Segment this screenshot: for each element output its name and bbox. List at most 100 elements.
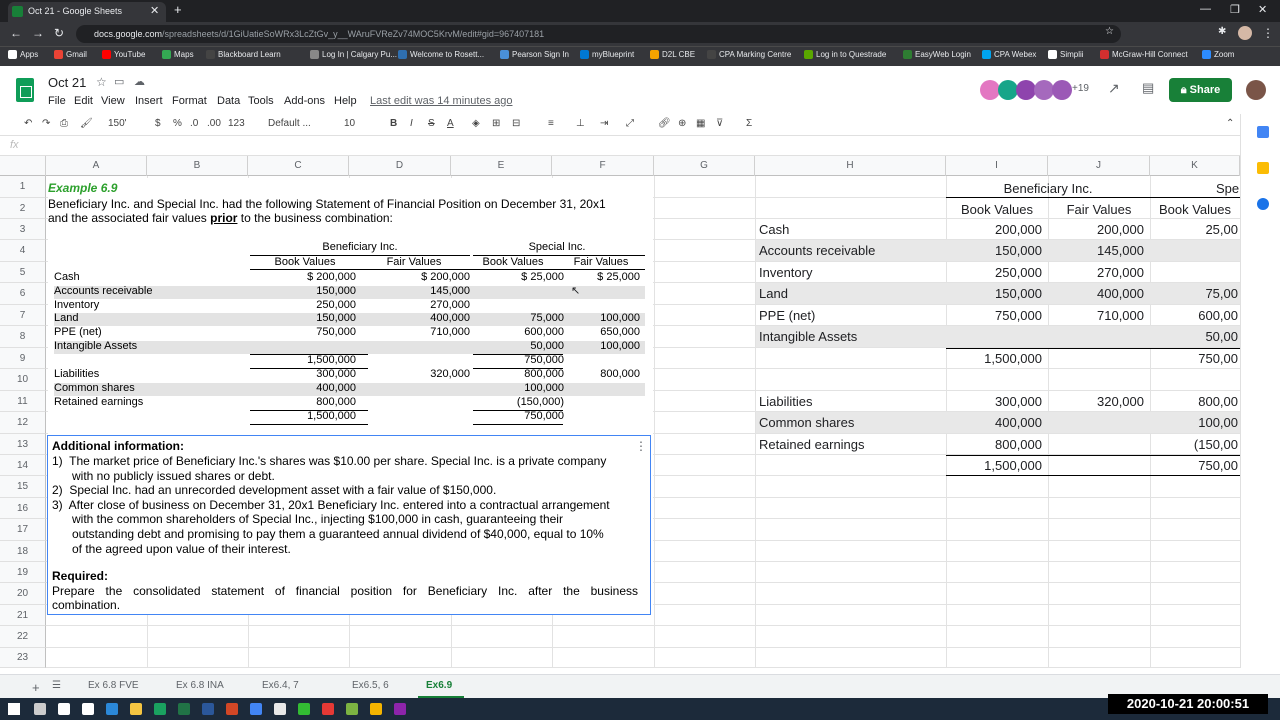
close-tab-icon[interactable]: ✕ [150, 2, 159, 20]
bold-button[interactable]: B [390, 118, 397, 129]
document-title[interactable]: Oct 21 [48, 75, 86, 90]
decrease-decimal-button[interactable]: .0 [190, 118, 198, 129]
grid-i-cell[interactable]: 750,000 [946, 308, 1042, 323]
grid-i-cell[interactable]: 150,000 [946, 243, 1042, 258]
bookmark-star-icon[interactable]: ☆ [1105, 26, 1114, 37]
row-header-6[interactable]: 6 [0, 283, 46, 305]
row-header-9[interactable]: 9 [0, 348, 46, 369]
taskbar-app-icon[interactable] [202, 703, 214, 715]
functions-button[interactable]: Σ [746, 118, 752, 129]
grid-k-cell[interactable]: 800,00 [1178, 394, 1238, 409]
sheet-tab[interactable]: Ex6.5, 6 [352, 680, 389, 691]
sheet-tab[interactable]: Ex 6.8 INA [176, 680, 224, 691]
collaborator-avatar[interactable] [1016, 80, 1036, 100]
increase-decimal-button[interactable]: .00 [207, 118, 221, 129]
merge-cells-icon[interactable]: ⊟ [512, 118, 520, 129]
strikethrough-button[interactable]: S [428, 118, 435, 129]
row-header-4[interactable]: 4 [0, 240, 46, 262]
embedded-example-image[interactable]: Example 6.9 Beneficiary Inc. and Special … [48, 178, 653, 614]
grid-i-cell[interactable]: 200,000 [946, 222, 1042, 237]
account-avatar[interactable] [1246, 80, 1266, 100]
menu-data[interactable]: Data [217, 95, 240, 107]
grid-label-cell[interactable]: Intangible Assets [759, 329, 857, 344]
bookmark-item[interactable]: Pearson Sign In [500, 50, 569, 59]
forward-icon[interactable]: → [32, 26, 44, 40]
fill-color-icon[interactable]: ◈ [472, 118, 480, 129]
bookmark-item[interactable]: Welcome to Rosett... [398, 50, 484, 59]
sheet-tab[interactable]: Ex6.9 [426, 680, 452, 691]
grid-i-cell[interactable]: 800,000 [946, 437, 1042, 452]
menu-format[interactable]: Format [172, 95, 207, 107]
paint-format-icon[interactable]: 🖌︎ [80, 118, 93, 129]
grid-i-cell[interactable]: 1,500,000 [946, 351, 1042, 366]
last-edit-link[interactable]: Last edit was 14 minutes ago [370, 95, 512, 107]
text-color-button[interactable]: A [447, 118, 454, 129]
extensions-icon[interactable]: ✱ [1218, 26, 1226, 37]
collaborator-avatar[interactable] [1034, 80, 1054, 100]
menu-addons[interactable]: Add-ons [284, 95, 325, 107]
grid-i-cell[interactable]: 300,000 [946, 394, 1042, 409]
collaborator-avatar[interactable] [998, 80, 1018, 100]
more-collaborators-count[interactable]: +19 [1072, 83, 1089, 94]
text-wrapping-icon[interactable]: ⇥ [600, 118, 608, 129]
column-header-a[interactable]: A [46, 156, 147, 176]
grid-j-cell[interactable]: 145,000 [1048, 243, 1144, 258]
print-icon[interactable]: ⎙ [60, 118, 68, 129]
row-header-22[interactable]: 22 [0, 626, 46, 648]
row-header-21[interactable]: 21 [0, 605, 46, 626]
grid-k-cell[interactable]: 25,00 [1178, 222, 1238, 237]
grid-k-cell[interactable]: 600,00 [1178, 308, 1238, 323]
grid-label-cell[interactable]: Cash [759, 222, 789, 237]
borders-icon[interactable]: ⊞ [492, 118, 500, 129]
row-header-5[interactable]: 5 [0, 262, 46, 283]
close-window-icon[interactable]: ✕ [1258, 3, 1267, 16]
calendar-icon[interactable] [1257, 126, 1269, 138]
insert-chart-icon[interactable]: ▦ [696, 118, 705, 129]
minimize-icon[interactable]: — [1200, 3, 1211, 15]
row-header-11[interactable]: 11 [0, 391, 46, 412]
row-header-18[interactable]: 18 [0, 541, 46, 562]
taskbar-app-icon[interactable] [58, 703, 70, 715]
taskbar-app-icon[interactable] [130, 703, 142, 715]
row-header-3[interactable]: 3 [0, 219, 46, 240]
grid-i-cell[interactable]: 400,000 [946, 415, 1042, 430]
grid-label-cell[interactable]: Common shares [759, 415, 854, 430]
column-header-k[interactable]: K [1150, 156, 1240, 176]
bookmark-item[interactable]: Blackboard Learn [206, 50, 281, 59]
bookmark-item[interactable]: Zoom [1202, 50, 1234, 59]
bookmark-item[interactable]: Gmail [54, 50, 87, 59]
collapse-menus-icon[interactable]: ⌃ [1226, 118, 1234, 129]
row-header-14[interactable]: 14 [0, 455, 46, 476]
percent-button[interactable]: % [173, 118, 182, 129]
row-header-2[interactable]: 2 [0, 198, 46, 219]
share-button[interactable]: 🔒︎ Share [1169, 78, 1232, 102]
grid-label-cell[interactable]: Retained earnings [759, 437, 865, 452]
font-size-select[interactable]: 10 [344, 118, 355, 129]
italic-button[interactable]: I [410, 118, 413, 129]
taskbar-app-icon[interactable] [106, 703, 118, 715]
menu-insert[interactable]: Insert [135, 95, 163, 107]
taskbar-app-icon[interactable] [226, 703, 238, 715]
collaborator-avatar[interactable] [980, 80, 1000, 100]
column-header-c[interactable]: C [248, 156, 349, 176]
bookmark-item[interactable]: McGraw-Hill Connect [1100, 50, 1188, 59]
grid-j-cell[interactable]: 270,000 [1048, 265, 1144, 280]
grid-k-cell[interactable]: (150,00 [1178, 437, 1238, 452]
grid-i-cell[interactable]: 1,500,000 [946, 458, 1042, 473]
column-header-h[interactable]: H [755, 156, 946, 176]
grid-j-cell[interactable]: 400,000 [1048, 286, 1144, 301]
row-header-1[interactable]: 1 [0, 176, 46, 198]
taskbar-app-icon[interactable] [154, 703, 166, 715]
taskbar-app-icon[interactable] [322, 703, 334, 715]
grid-k-cell[interactable]: 750,00 [1178, 351, 1238, 366]
back-icon[interactable]: ← [10, 26, 22, 40]
column-header-i[interactable]: I [946, 156, 1048, 176]
taskbar-app-icon[interactable] [394, 703, 406, 715]
bookmark-item[interactable]: D2L CBE [650, 50, 695, 59]
column-header-b[interactable]: B [147, 156, 248, 176]
bookmark-item[interactable]: Log In | Calgary Pu... [310, 50, 397, 59]
text-rotation-icon[interactable]: ⤢ [626, 118, 634, 129]
row-header-17[interactable]: 17 [0, 519, 46, 541]
profile-avatar[interactable] [1238, 26, 1252, 40]
grid-j-cell[interactable]: 710,000 [1048, 308, 1144, 323]
